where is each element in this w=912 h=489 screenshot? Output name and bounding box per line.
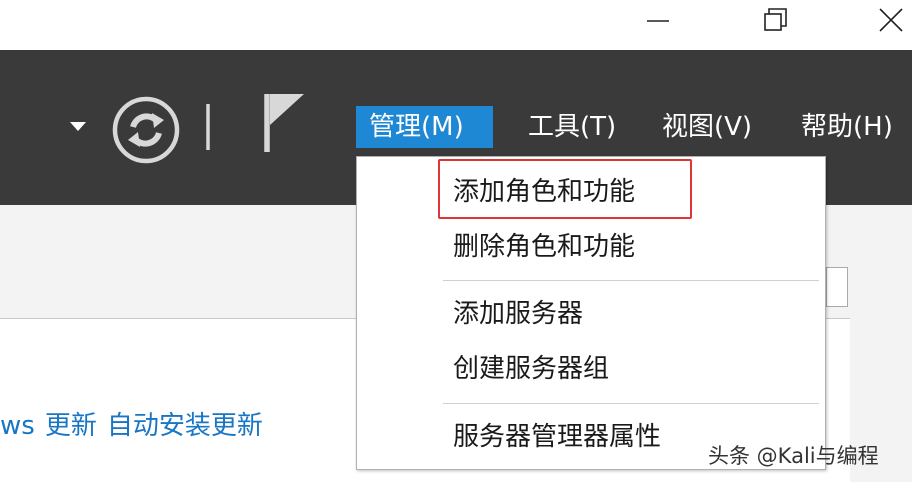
side-box bbox=[826, 267, 848, 307]
title-bar bbox=[0, 0, 912, 50]
close-button[interactable] bbox=[864, 0, 912, 40]
menu-help[interactable]: 帮助(H) bbox=[788, 106, 906, 148]
link-fragment[interactable]: ws bbox=[0, 411, 35, 441]
refresh-icon[interactable] bbox=[110, 94, 182, 166]
menu-item-add-servers[interactable]: 添加服务器 bbox=[453, 294, 583, 334]
restore-button[interactable] bbox=[746, 0, 802, 40]
menu-item-server-manager-properties[interactable]: 服务器管理器属性 bbox=[453, 417, 661, 457]
flag-icon[interactable] bbox=[258, 92, 310, 154]
update-link[interactable]: 更新 bbox=[45, 411, 97, 441]
menu-separator bbox=[443, 280, 819, 281]
minimize-icon bbox=[647, 20, 669, 22]
close-icon bbox=[879, 8, 903, 32]
highlight-annotation bbox=[438, 159, 692, 219]
menu-item-remove-roles-features[interactable]: 删除角色和功能 bbox=[453, 227, 635, 267]
menu-item-create-server-group[interactable]: 创建服务器组 bbox=[453, 349, 609, 389]
menu-separator bbox=[443, 403, 819, 404]
minimize-button[interactable] bbox=[630, 0, 686, 40]
auto-update-link[interactable]: 自动安装更新 bbox=[107, 411, 263, 441]
windows-update-links: ws 更新 自动安装更新 bbox=[0, 405, 273, 442]
watermark: 头条 @Kali与编程 bbox=[708, 444, 879, 468]
restore-icon bbox=[764, 8, 787, 31]
menu-tools[interactable]: 工具(T) bbox=[515, 106, 629, 148]
menu-manage[interactable]: 管理(M) bbox=[356, 106, 493, 148]
toolbar-divider bbox=[206, 104, 210, 150]
dropdown-arrow-icon[interactable] bbox=[68, 120, 88, 134]
menu-view[interactable]: 视图(V) bbox=[649, 106, 765, 148]
